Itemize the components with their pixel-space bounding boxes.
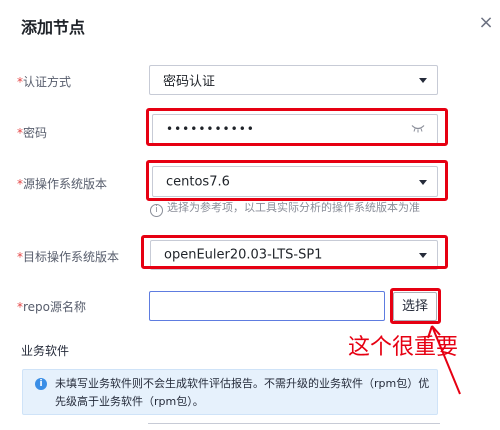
password-label: *密码 bbox=[17, 124, 47, 141]
target-os-value: openEuler20.03-LTS-SP1 bbox=[164, 247, 323, 263]
password-label-text: 密码 bbox=[23, 126, 48, 140]
target-os-select[interactable]: openEuler20.03-LTS-SP1 bbox=[150, 240, 438, 270]
chevron-down-icon bbox=[419, 179, 427, 185]
repo-name-label: *repo源名称 bbox=[17, 298, 86, 315]
auth-method-label: *认证方式 bbox=[17, 73, 71, 90]
source-os-value: centos7.6 bbox=[166, 174, 230, 189]
dialog-title: 添加节点 bbox=[21, 18, 86, 37]
add-node-dialog: 添加节点 × *认证方式 密码认证 *密码 ••••••••••• *源操作系统… bbox=[0, 0, 500, 429]
auth-method-select[interactable]: 密码认证 bbox=[149, 65, 438, 95]
password-input[interactable]: ••••••••••• bbox=[152, 114, 438, 144]
password-value: ••••••••••• bbox=[166, 122, 255, 136]
info-filled-icon: i bbox=[35, 378, 47, 390]
auth-method-label-text: 认证方式 bbox=[23, 75, 72, 89]
auth-method-value: 密码认证 bbox=[163, 74, 216, 90]
chevron-down-icon bbox=[419, 253, 427, 258]
info-circle-icon: i bbox=[150, 204, 163, 217]
repo-name-label-text: repo源名称 bbox=[23, 300, 87, 314]
select-repo-button[interactable]: 选择 bbox=[393, 292, 437, 321]
business-section-title: 业务软件 bbox=[21, 344, 70, 358]
close-icon[interactable]: × bbox=[474, 11, 498, 35]
source-os-hint: i 选择为参考项，以工具实际分析的操作系统版本为准 bbox=[150, 199, 420, 217]
business-info-text: 未填写业务软件则不会生成软件评估报告。不需升级的业务软件（rpm包）优先级高于业… bbox=[55, 377, 430, 408]
source-os-label-text: 源操作系统版本 bbox=[23, 177, 108, 191]
repo-name-input[interactable] bbox=[149, 291, 385, 321]
source-os-select[interactable]: centos7.6 bbox=[152, 166, 438, 197]
source-os-label: *源操作系统版本 bbox=[17, 175, 107, 192]
business-info-box: i 未填写业务软件则不会生成软件评估报告。不需升级的业务软件（rpm包）优先级高… bbox=[22, 369, 438, 415]
source-os-hint-text: 选择为参考项，以工具实际分析的操作系统版本为准 bbox=[167, 201, 420, 214]
chevron-down-icon bbox=[419, 78, 427, 83]
target-os-label: *目标操作系统版本 bbox=[17, 248, 119, 265]
eye-closed-icon[interactable] bbox=[411, 122, 425, 137]
target-os-label-text: 目标操作系统版本 bbox=[23, 250, 120, 264]
